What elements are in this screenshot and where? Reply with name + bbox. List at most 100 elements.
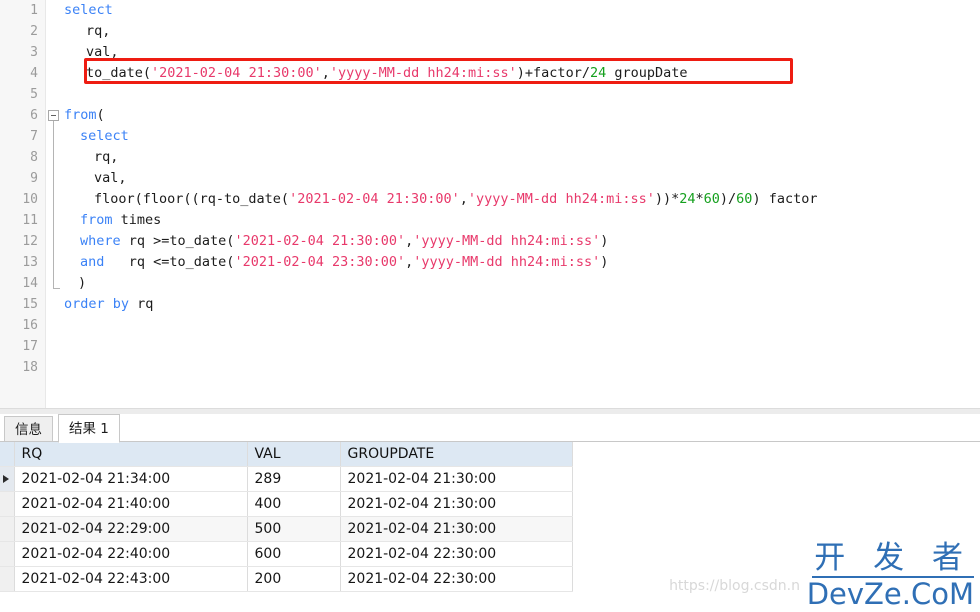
cell-val[interactable]: 289 <box>247 466 341 492</box>
code-token-pln: * <box>695 191 704 207</box>
code-line[interactable]: 18 <box>0 357 980 378</box>
code-token-pln: ) <box>600 233 609 249</box>
line-number: 3 <box>30 45 38 60</box>
table-row[interactable]: 2021-02-04 21:34:00 289 2021-02-04 21:30:0… <box>0 466 573 492</box>
code-token-pln: val, <box>86 44 119 60</box>
result-grid[interactable]: RQ VAL GROUPDATE 2021-02-04 21:34:00 289 2… <box>0 442 573 592</box>
code-text[interactable]: val, <box>86 42 119 63</box>
code-line[interactable]: 7 select <box>0 126 980 147</box>
current-row-arrow-icon <box>3 474 9 483</box>
cell-groupdate[interactable]: 2021-02-04 22:30:00 <box>340 566 573 592</box>
code-line[interactable]: 5 <box>0 84 980 105</box>
table-row[interactable]: 2021-02-04 22:43:00 200 2021-02-04 22:30:0… <box>0 566 573 592</box>
code-token-str: 'yyyy-MM-dd hh24:mi:ss' <box>467 191 655 207</box>
line-number: 4 <box>30 66 38 81</box>
sql-client-window: 1 select 2 rq, 3 val, 4 to_date('2021-02-04 21:… <box>0 0 980 612</box>
cell-rq[interactable]: 2021-02-04 21:40:00 <box>14 491 248 517</box>
code-line[interactable]: 17 <box>0 336 980 357</box>
code-text[interactable]: from( <box>64 105 105 126</box>
line-number: 9 <box>30 171 38 186</box>
code-token-pln: ) factor <box>752 191 818 207</box>
row-selector[interactable] <box>0 516 15 542</box>
cell-val[interactable]: 600 <box>247 541 341 567</box>
code-token-pln: rq <=to_date( <box>104 254 235 270</box>
cell-val[interactable]: 200 <box>247 566 341 592</box>
code-text[interactable]: from times <box>80 210 161 231</box>
cell-groupdate[interactable]: 2021-02-04 22:30:00 <box>340 541 573 567</box>
cell-rq[interactable]: 2021-02-04 22:29:00 <box>14 516 248 542</box>
column-header-val[interactable]: VAL <box>247 442 341 467</box>
code-text[interactable]: rq, <box>86 21 110 42</box>
line-number: 13 <box>22 255 38 270</box>
code-token-kw: order by <box>64 296 130 312</box>
row-selector[interactable] <box>0 566 15 592</box>
code-token-pln: rq, <box>94 149 119 165</box>
cell-rq[interactable]: 2021-02-04 21:34:00 <box>14 466 248 492</box>
cell-groupdate[interactable]: 2021-02-04 21:30:00 <box>340 466 573 492</box>
code-line[interactable]: 12 where rq >=to_date('2021-02-04 21:30:0… <box>0 231 980 252</box>
line-number: 2 <box>30 24 38 39</box>
code-text[interactable]: to_date('2021-02-04 21:30:00','yyyy-MM-d… <box>86 63 688 84</box>
line-number: 5 <box>30 87 38 102</box>
tab-info[interactable]: 信息 <box>4 416 53 442</box>
code-line[interactable]: 15 order by rq <box>0 294 980 315</box>
code-text[interactable]: select <box>80 126 129 147</box>
row-selector[interactable] <box>0 491 15 517</box>
code-text[interactable]: and rq <=to_date('2021-02-04 23:30:00','… <box>80 252 608 273</box>
code-token-num: 60 <box>703 191 720 207</box>
code-token-pln: times <box>112 212 162 228</box>
cell-rq[interactable]: 2021-02-04 22:40:00 <box>14 541 248 567</box>
code-line[interactable]: 6 from( <box>0 105 980 126</box>
cell-val[interactable]: 400 <box>247 491 341 517</box>
results-tabbar[interactable]: 信息 结果 1 <box>0 414 980 443</box>
code-token-pln: val, <box>94 170 127 186</box>
result-grid-container[interactable]: RQ VAL GROUPDATE 2021-02-04 21:34:00 289 2… <box>0 442 980 612</box>
code-token-pln: ) <box>78 275 87 291</box>
code-line[interactable]: 9 val, <box>0 168 980 189</box>
fold-collapse-icon[interactable] <box>48 110 59 121</box>
code-text[interactable]: select <box>64 0 113 21</box>
code-text[interactable]: floor(floor((rq-to_date('2021-02-04 21:3… <box>94 189 817 210</box>
line-number: 6 <box>30 108 38 123</box>
code-line[interactable]: 10 floor(floor((rq-to_date('2021-02-04 21… <box>0 189 980 210</box>
cell-rq[interactable]: 2021-02-04 22:43:00 <box>14 566 248 592</box>
sql-editor[interactable]: 1 select 2 rq, 3 val, 4 to_date('2021-02-04 21:… <box>0 0 980 408</box>
fold-range-end <box>53 288 60 289</box>
code-text[interactable]: rq, <box>94 147 118 168</box>
code-lines[interactable]: 1 select 2 rq, 3 val, 4 to_date('2021-02-04 21:… <box>0 0 980 408</box>
code-line[interactable]: 3 val, <box>0 42 980 63</box>
code-line[interactable]: 14) <box>0 273 980 294</box>
code-text[interactable]: val, <box>94 168 127 189</box>
column-header-groupdate[interactable]: GROUPDATE <box>340 442 573 467</box>
code-line[interactable]: 4 to_date('2021-02-04 21:30:00','yyyy-MM-… <box>0 63 980 84</box>
table-row[interactable]: 2021-02-04 21:40:00 400 2021-02-04 21:30:0… <box>0 491 573 517</box>
cell-groupdate[interactable]: 2021-02-04 21:30:00 <box>340 516 573 542</box>
table-row[interactable]: 2021-02-04 22:40:00 600 2021-02-04 22:30:0… <box>0 541 573 567</box>
grid-body[interactable]: 2021-02-04 21:34:00 289 2021-02-04 21:30:0… <box>0 466 573 592</box>
code-line[interactable]: 16 <box>0 315 980 336</box>
tab-result-1[interactable]: 结果 1 <box>58 414 120 443</box>
code-line[interactable]: 11 from times <box>0 210 980 231</box>
line-number: 10 <box>22 192 38 207</box>
code-token-num: 60 <box>736 191 753 207</box>
code-line[interactable]: 13 and rq <=to_date('2021-02-04 23:30:00'… <box>0 252 980 273</box>
cell-val[interactable]: 500 <box>247 516 341 542</box>
code-line[interactable]: 8 rq, <box>0 147 980 168</box>
code-line[interactable]: 2 rq, <box>0 21 980 42</box>
row-selector[interactable] <box>0 541 15 567</box>
code-text[interactable]: order by rq <box>64 294 153 315</box>
code-text[interactable]: ) <box>78 273 86 294</box>
cell-groupdate[interactable]: 2021-02-04 21:30:00 <box>340 491 573 517</box>
row-selector-current[interactable] <box>0 466 15 492</box>
grid-header-row: RQ VAL GROUPDATE <box>0 442 573 467</box>
line-number: 18 <box>22 360 38 375</box>
column-header-rq[interactable]: RQ <box>14 442 248 467</box>
code-text[interactable]: where rq >=to_date('2021-02-04 21:30:00'… <box>80 231 608 252</box>
code-token-pln: ) <box>600 254 609 270</box>
code-token-kw: select <box>64 2 113 18</box>
results-panel: 信息 结果 1 RQ VAL GROUPDATE 2021-02-04 21:3… <box>0 414 980 612</box>
code-token-num: 24 <box>679 191 696 207</box>
code-line[interactable]: 1 select <box>0 0 980 21</box>
table-row[interactable]: 2021-02-04 22:29:00 500 2021-02-04 21:30:0… <box>0 516 573 542</box>
line-number: 15 <box>22 297 38 312</box>
